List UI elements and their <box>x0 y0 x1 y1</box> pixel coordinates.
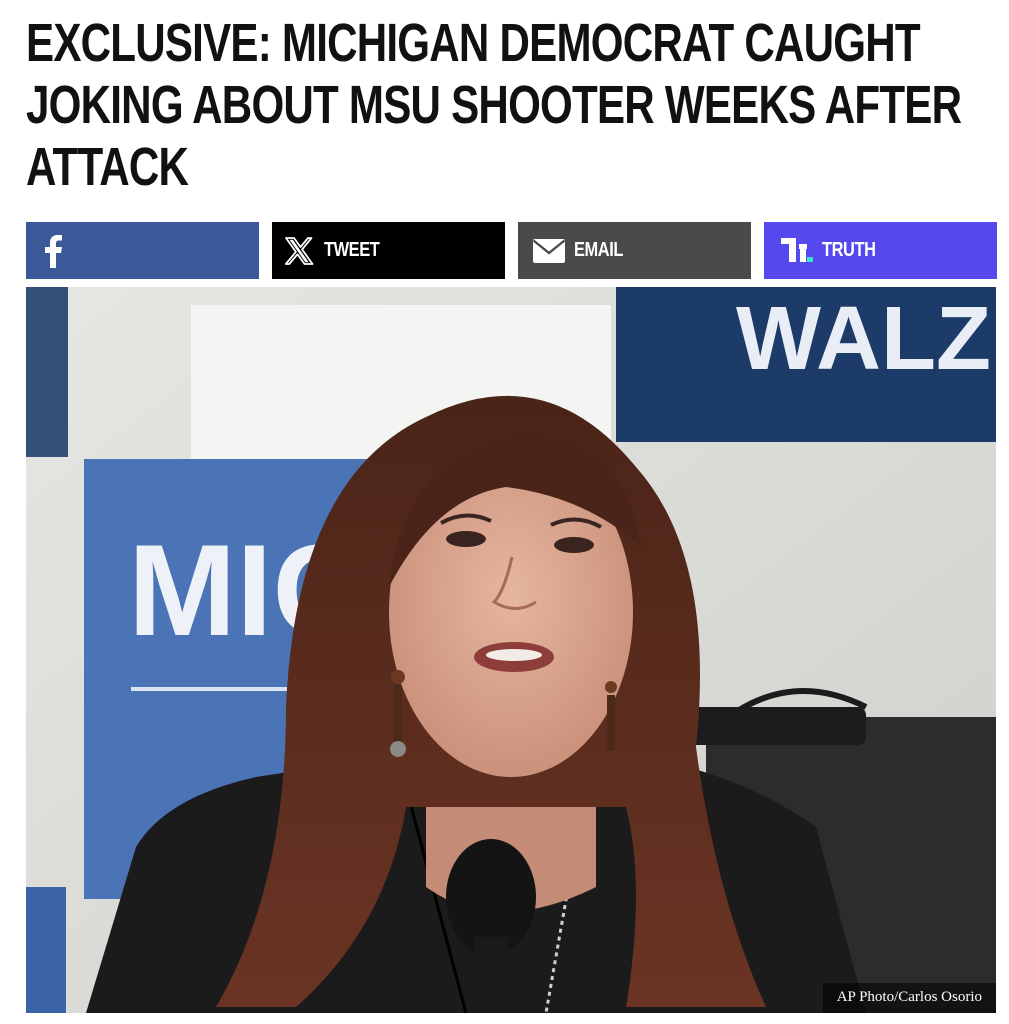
tweet-share-label: TWEET <box>324 239 380 261</box>
facebook-share-button[interactable] <box>26 222 259 279</box>
truth-social-icon <box>780 236 814 266</box>
x-logo-icon <box>284 236 314 266</box>
share-bar: TWEET EMAIL TRUTH <box>26 222 997 279</box>
article-photo: WALZ MICH AP Photo/Carlos Osorio <box>26 287 996 1013</box>
facebook-icon <box>42 234 64 268</box>
truth-share-label: TRUTH <box>822 239 876 261</box>
envelope-icon <box>532 238 566 264</box>
walz-sign-text: WALZ <box>736 289 991 389</box>
tweet-share-button[interactable]: TWEET <box>272 222 505 279</box>
photo-credit: AP Photo/Carlos Osorio <box>822 983 996 1013</box>
article-headline: EXCLUSIVE: MICHIGAN DEMOCRAT CAUGHT JOKI… <box>26 13 962 197</box>
email-share-label: EMAIL <box>574 239 623 261</box>
truth-share-button[interactable]: TRUTH <box>764 222 997 279</box>
email-share-button[interactable]: EMAIL <box>518 222 751 279</box>
